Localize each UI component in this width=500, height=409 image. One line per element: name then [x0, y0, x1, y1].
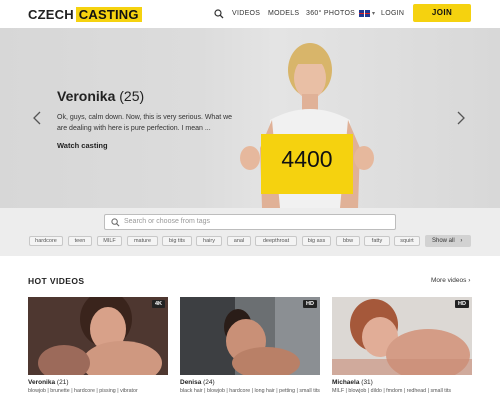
search-placeholder: Search or choose from tags — [124, 218, 210, 225]
tag-filter-bar: Search or choose from tags hardcore teen… — [0, 208, 500, 256]
logo-text-casting: CASTING — [75, 7, 142, 22]
quality-badge: 4K — [151, 300, 165, 308]
video-title[interactable]: Veronika (21) — [28, 379, 68, 386]
login-link[interactable]: LOGIN — [381, 10, 404, 17]
chevron-right-icon: › — [468, 277, 471, 284]
uk-flag-icon[interactable] — [359, 10, 370, 17]
tag-mature[interactable]: mature — [127, 236, 158, 246]
tag-deepthroat[interactable]: deepthroat — [255, 236, 297, 246]
nav-360-photos[interactable]: 360° PHOTOS — [306, 10, 355, 17]
search-icon[interactable] — [214, 9, 224, 19]
video-model-age: (21) — [56, 379, 69, 386]
site-logo[interactable]: CZECH CASTING — [28, 7, 142, 22]
tag-hairy[interactable]: hairy — [196, 236, 222, 246]
video-title[interactable]: Denisa (24) — [180, 379, 215, 386]
next-arrow-icon[interactable] — [456, 111, 466, 125]
previous-arrow-icon[interactable] — [32, 111, 42, 125]
quality-badge: HD — [455, 300, 469, 308]
tag-big-tits[interactable]: big tits — [162, 236, 192, 246]
join-button[interactable]: JOIN — [413, 4, 471, 22]
hero-model-name: Veronika (25) — [57, 88, 144, 104]
video-model-age: (31) — [361, 379, 373, 386]
chevron-down-icon[interactable]: ▾ — [372, 10, 375, 17]
nav-videos[interactable]: VIDEOS — [232, 10, 260, 17]
video-tags: MILF | blowjob | dildo | fmdom | redhead… — [332, 388, 452, 394]
more-videos-label: More videos — [431, 277, 467, 284]
video-thumbnail[interactable]: 4K — [28, 297, 168, 375]
tag-fatty[interactable]: fatty — [364, 236, 390, 246]
video-model-name: Veronika — [28, 379, 56, 386]
video-card[interactable]: HD Denisa (24) black hair | blowjob | ha… — [180, 297, 320, 394]
tag-hardcore[interactable]: hardcore — [29, 236, 63, 246]
video-thumbnail[interactable]: HD — [332, 297, 472, 375]
tag-anal[interactable]: anal — [227, 236, 251, 246]
hero-name-text: Veronika — [57, 88, 116, 104]
hero-age-text: (25) — [119, 88, 145, 104]
top-header: CZECH CASTING VIDEOS MODELS 360° PHOTOS … — [0, 0, 500, 28]
hero-banner[interactable]: 4400 Veronika (25) Ok, guys, calm down. … — [0, 28, 500, 208]
tag-squirt[interactable]: squirt — [394, 236, 420, 246]
video-thumbnail[interactable]: HD — [180, 297, 320, 375]
video-thumbnail-image — [180, 297, 320, 375]
video-title[interactable]: Michaela (31) — [332, 379, 373, 386]
nav-models[interactable]: MODELS — [268, 10, 299, 17]
video-model-age: (24) — [203, 379, 215, 386]
video-thumbnail-image — [28, 297, 168, 375]
tag-big-ass[interactable]: big ass — [302, 236, 331, 246]
video-thumbnail-image — [332, 297, 472, 375]
quality-badge: HD — [303, 300, 317, 308]
video-tags: blowjob | brunette | hardcore | pissing … — [28, 388, 138, 394]
search-icon — [111, 218, 120, 227]
casting-number: 4400 — [281, 146, 333, 172]
tag-bbw[interactable]: bbw — [336, 236, 360, 246]
chevron-right-icon: › — [460, 238, 463, 244]
video-model-name: Michaela — [332, 379, 360, 386]
video-model-name: Denisa — [180, 379, 202, 386]
tag-milf[interactable]: MILF — [97, 236, 122, 246]
video-card[interactable]: 4K Veronika (21) blowjob | brunette | ha… — [28, 297, 168, 394]
video-card[interactable]: HD Michaela (31) MILF | blowjob | dildo … — [332, 297, 472, 394]
tag-search-input[interactable]: Search or choose from tags — [104, 214, 396, 230]
hot-videos-heading: HOT VIDEOS — [28, 276, 85, 286]
show-all-tags-button[interactable]: Show all › — [425, 235, 471, 247]
video-tags: black hair | blowjob | hardcore | long h… — [180, 388, 320, 394]
logo-text-czech: CZECH — [28, 7, 74, 22]
tag-teen[interactable]: teen — [68, 236, 92, 246]
show-all-label: Show all — [432, 238, 455, 244]
hero-description: Ok, guys, calm down. Now, this is very s… — [57, 114, 233, 132]
more-videos-link[interactable]: More videos › — [431, 277, 470, 284]
watch-casting-link[interactable]: Watch casting — [57, 141, 108, 150]
